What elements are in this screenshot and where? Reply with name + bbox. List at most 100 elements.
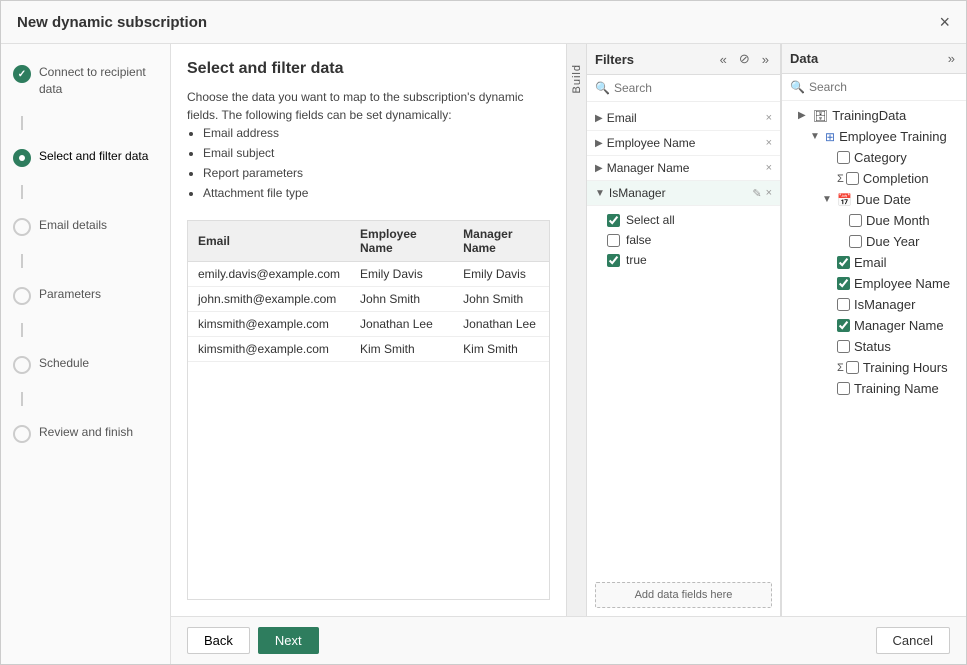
tree-node-is-manager[interactable]: IsManager <box>782 294 966 315</box>
tree-node-training-data[interactable]: ▶ 🗄 TrainingData <box>782 105 966 126</box>
remove-filter-is-manager[interactable]: × <box>766 187 772 199</box>
tree-expand-employee-training: ▼ <box>810 131 822 142</box>
step-label-email: Email details <box>39 217 107 234</box>
stepper: Connect to recipient data Select and fil… <box>1 44 171 664</box>
filter-option-select-all[interactable]: Select all <box>607 210 772 230</box>
filter-option-true[interactable]: true <box>607 250 772 270</box>
tree-node-training-hours[interactable]: Σ Training Hours <box>782 357 966 378</box>
tree-node-completion[interactable]: Σ Completion <box>782 168 966 189</box>
filter-item-manager-name[interactable]: ▶ Manager Name × <box>587 156 780 181</box>
filter-list: ▶ Email × ▶ Employee Name × <box>587 102 780 574</box>
checkbox-email[interactable] <box>837 256 850 269</box>
modal-body: Connect to recipient data Select and fil… <box>1 44 966 664</box>
filters-panel: Filters « ⊘ » 🔍 <box>586 44 781 616</box>
close-button[interactable]: × <box>939 13 950 31</box>
table-header-row: Email Employee Name Manager Name <box>188 221 549 262</box>
checkbox-training-name[interactable] <box>837 382 850 395</box>
tree-label-completion: Completion <box>863 171 958 186</box>
cell-manager-name: John Smith <box>453 287 549 312</box>
filter-label-is-manager: IsManager <box>609 186 748 200</box>
tree-node-category[interactable]: Category <box>782 147 966 168</box>
bullet-item-1: Email address <box>203 124 550 142</box>
table-row[interactable]: kimsmith@example.com Jonathan Lee Jonath… <box>188 312 549 337</box>
filters-expand-icon[interactable]: » <box>759 50 772 68</box>
option-label-true: true <box>626 253 647 267</box>
cell-employee-name: Kim Smith <box>350 337 453 362</box>
checkbox-true[interactable] <box>607 254 620 267</box>
filter-item-is-manager[interactable]: ▼ IsManager ✎ × <box>587 181 780 206</box>
sigma-icon-completion: Σ <box>837 173 844 185</box>
checkbox-is-manager[interactable] <box>837 298 850 311</box>
table-row[interactable]: emily.davis@example.com Emily Davis Emil… <box>188 262 549 287</box>
step-connector-5 <box>21 392 23 406</box>
filters-panel-header: Filters « ⊘ » <box>587 44 780 75</box>
data-search-input[interactable] <box>809 80 964 94</box>
cancel-button[interactable]: Cancel <box>876 627 950 654</box>
step-connect: Connect to recipient data <box>13 64 158 98</box>
checkbox-category[interactable] <box>837 151 850 164</box>
tree-node-status[interactable]: Status <box>782 336 966 357</box>
build-tab[interactable]: Build <box>566 44 586 616</box>
tree-label-employee-training: Employee Training <box>839 129 958 144</box>
tree-node-manager-name[interactable]: Manager Name <box>782 315 966 336</box>
filters-filter-icon[interactable]: ⊘ <box>736 50 753 68</box>
modal-header: New dynamic subscription × <box>1 1 966 44</box>
data-expand-icon[interactable]: » <box>945 50 958 67</box>
tree-node-training-name[interactable]: Training Name <box>782 378 966 399</box>
expand-icon: ▶ <box>595 138 603 149</box>
remove-filter-manager-name[interactable]: × <box>766 162 772 174</box>
checkbox-manager-name[interactable] <box>837 319 850 332</box>
data-panel-header-icons: » <box>945 50 958 67</box>
data-table-wrapper[interactable]: Email Employee Name Manager Name emily.d… <box>187 220 550 600</box>
col-email: Email <box>188 221 350 262</box>
data-table: Email Employee Name Manager Name emily.d… <box>188 221 549 362</box>
tree-label-due-year: Due Year <box>866 234 958 249</box>
checkbox-false[interactable] <box>607 234 620 247</box>
filters-collapse-icon[interactable]: « <box>717 50 730 68</box>
filters-search-input[interactable] <box>614 81 772 95</box>
database-icon: 🗄 <box>813 109 828 123</box>
tree-label-employee-name: Employee Name <box>854 276 958 291</box>
back-button[interactable]: Back <box>187 627 250 654</box>
tree-expand-training-data: ▶ <box>798 110 810 121</box>
edit-filter-is-manager[interactable]: ✎ <box>752 187 761 200</box>
next-button[interactable]: Next <box>258 627 319 654</box>
data-panel-title: Data <box>790 51 818 66</box>
checkbox-due-month[interactable] <box>849 214 862 227</box>
data-search-icon: 🔍 <box>790 80 805 94</box>
step-email: Email details <box>13 217 158 236</box>
filter-item-email[interactable]: ▶ Email × <box>587 106 780 131</box>
checkbox-completion[interactable] <box>846 172 859 185</box>
filter-option-false[interactable]: false <box>607 230 772 250</box>
remove-filter-email[interactable]: × <box>766 112 772 124</box>
tree-node-due-month[interactable]: Due Month <box>782 210 966 231</box>
checkbox-select-all[interactable] <box>607 214 620 227</box>
section-description: Choose the data you want to map to the s… <box>187 88 550 204</box>
tree-node-due-date[interactable]: ▼ 📅 Due Date <box>782 189 966 210</box>
add-data-fields-button[interactable]: Add data fields here <box>595 582 772 608</box>
tree-label-status: Status <box>854 339 958 354</box>
table-icon-employee-training: ⊞ <box>825 130 835 144</box>
data-tree: ▶ 🗄 TrainingData ▼ ⊞ Employee Training <box>782 101 966 616</box>
filter-item-employee-name[interactable]: ▶ Employee Name × <box>587 131 780 156</box>
data-panel-header: Data » <box>782 44 966 74</box>
checkbox-due-year[interactable] <box>849 235 862 248</box>
tree-node-employee-name[interactable]: Employee Name <box>782 273 966 294</box>
expand-icon: ▶ <box>595 163 603 174</box>
tree-node-email[interactable]: Email <box>782 252 966 273</box>
remove-filter-employee-name[interactable]: × <box>766 137 772 149</box>
col-manager-name: Manager Name <box>453 221 549 262</box>
tree-node-due-year[interactable]: Due Year <box>782 231 966 252</box>
filters-search-box: 🔍 <box>587 75 780 102</box>
option-label-select-all: Select all <box>626 213 675 227</box>
tree-node-employee-training[interactable]: ▼ ⊞ Employee Training <box>782 126 966 147</box>
table-row[interactable]: kimsmith@example.com Kim Smith Kim Smith <box>188 337 549 362</box>
data-search-box: 🔍 <box>782 74 966 101</box>
checkbox-employee-name[interactable] <box>837 277 850 290</box>
table-row[interactable]: john.smith@example.com John Smith John S… <box>188 287 549 312</box>
cell-employee-name: John Smith <box>350 287 453 312</box>
checkbox-status[interactable] <box>837 340 850 353</box>
step-indicator-review <box>13 425 31 443</box>
checkbox-training-hours[interactable] <box>846 361 859 374</box>
bullet-item-2: Email subject <box>203 144 550 162</box>
